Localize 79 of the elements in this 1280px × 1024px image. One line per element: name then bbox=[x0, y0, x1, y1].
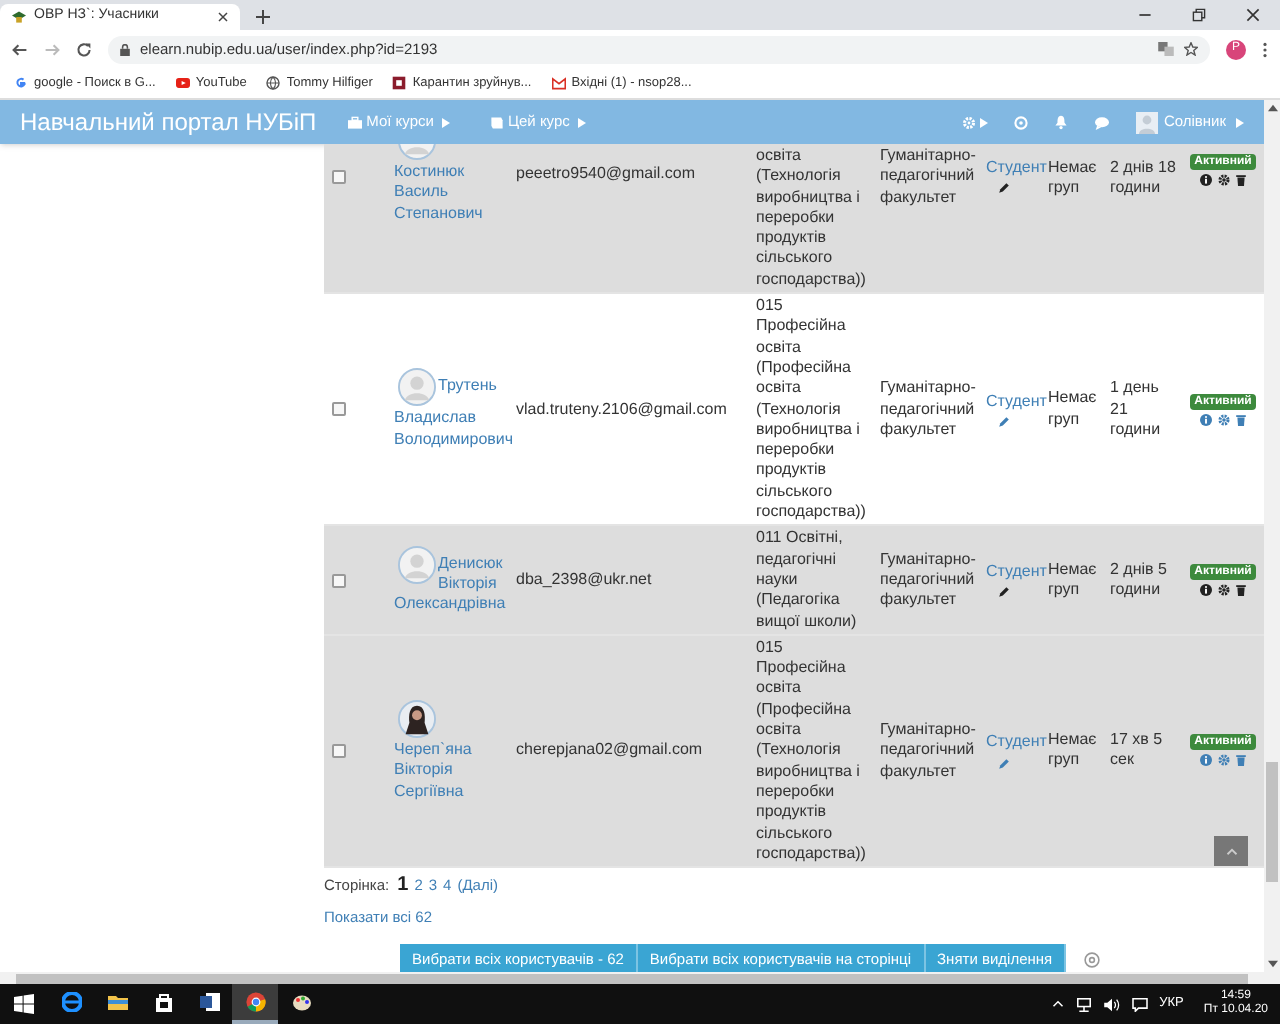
specialty-text: освіта (Технологія виробництва і переробки продуктів сільського господарства)) bbox=[756, 146, 868, 291]
globe-icon bbox=[266, 76, 281, 90]
caret-icon bbox=[1236, 117, 1244, 127]
groups-text: Немає груп bbox=[1048, 730, 1099, 772]
google-icon bbox=[14, 76, 28, 90]
palette-icon bbox=[291, 992, 311, 1012]
network-icon[interactable] bbox=[1075, 997, 1092, 1011]
user-name-link[interactable]: Костинюк Василь Степанович bbox=[394, 162, 508, 224]
scroll-up-icon bbox=[1267, 104, 1277, 112]
back-icon[interactable] bbox=[12, 41, 28, 57]
trash-icon[interactable] bbox=[1236, 584, 1246, 597]
page-link[interactable]: 1 bbox=[397, 870, 409, 901]
chrome-icon bbox=[245, 992, 265, 1012]
faculty-text: Гуманітарно-педагогічний факультет bbox=[880, 549, 978, 612]
settings-icon[interactable] bbox=[1218, 174, 1230, 186]
new-tab-icon[interactable] bbox=[256, 10, 270, 24]
lock-icon bbox=[120, 43, 130, 55]
minimize-icon[interactable] bbox=[1138, 8, 1152, 22]
user-name-link[interactable]: Денисюк Вікторія Олександрівна bbox=[394, 545, 508, 616]
play-icon bbox=[175, 76, 190, 90]
reload-icon[interactable] bbox=[76, 41, 92, 57]
speaker-icon[interactable] bbox=[1103, 997, 1120, 1011]
book-icon bbox=[489, 115, 504, 129]
specialty-text: 011 Освітні, педагогічні науки (Педагогіка вищої школи) bbox=[756, 528, 859, 632]
restore-icon[interactable] bbox=[1192, 8, 1206, 22]
chevron-up-icon bbox=[1225, 847, 1237, 855]
scrollbar-thumb[interactable] bbox=[16, 973, 1248, 983]
checkbox[interactable] bbox=[332, 573, 346, 588]
groups-text: Немає груп bbox=[1048, 158, 1099, 200]
checkbox[interactable] bbox=[332, 743, 346, 758]
faculty-text: Гуманітарно-педагогічний факультет bbox=[880, 378, 978, 441]
chevron-up-icon[interactable] bbox=[1051, 1000, 1064, 1008]
scroll-down-icon bbox=[1267, 960, 1277, 968]
caret-icon bbox=[577, 117, 586, 127]
folder-icon bbox=[107, 992, 127, 1012]
briefcase-icon bbox=[348, 115, 363, 129]
vertical-scrollbar[interactable] bbox=[1264, 100, 1280, 972]
faculty-text: Гуманітарно-педагогічний факультет bbox=[880, 146, 978, 208]
more-icon[interactable] bbox=[1262, 41, 1268, 57]
caret-icon bbox=[441, 117, 450, 127]
document-icon bbox=[199, 992, 219, 1012]
faculty-text: Гуманітарно-педагогічний факультет bbox=[880, 720, 978, 782]
email-text: dba_2398@ukr.net bbox=[516, 569, 652, 588]
email-text: cherepjana02@gmail.com bbox=[516, 740, 703, 759]
taskbar-button[interactable] bbox=[232, 984, 278, 1024]
caret-icon bbox=[979, 117, 988, 127]
windows-icon[interactable] bbox=[14, 994, 34, 1014]
pencil-icon[interactable] bbox=[998, 586, 1010, 599]
checkbox[interactable] bbox=[332, 402, 346, 417]
square-logo-icon bbox=[392, 76, 407, 90]
specialty-text: 015 Професійна освіта (Професійна освіта (Технологія виробництва і переробки продуктів сільського господарства)) bbox=[756, 296, 868, 523]
email-text: peeetro9540@gmail.com bbox=[516, 164, 696, 182]
email-text: vlad.truteny.2106@gmail.com bbox=[516, 399, 727, 418]
pencil-icon[interactable] bbox=[998, 182, 1010, 195]
user-avatar-icon bbox=[1135, 111, 1158, 133]
info-icon[interactable] bbox=[1200, 584, 1212, 597]
close-icon[interactable] bbox=[1246, 8, 1260, 22]
info-icon[interactable] bbox=[1200, 174, 1212, 186]
graduation-cap-icon bbox=[12, 10, 26, 24]
star-icon[interactable] bbox=[1184, 42, 1198, 56]
settings-icon[interactable] bbox=[1218, 584, 1230, 597]
user-name-link[interactable]: Череп`яна Вікторія Сергіївна bbox=[394, 700, 508, 802]
notification-icon[interactable] bbox=[1131, 997, 1148, 1011]
last-access-text: 2 днів 5 години bbox=[1110, 559, 1169, 601]
user-name-link[interactable]: Трутень Владислав Володимирович bbox=[394, 368, 508, 450]
shopping-bag-icon bbox=[153, 992, 173, 1012]
last-access-text: 17 хв 5 сек bbox=[1110, 730, 1165, 772]
last-access-text: 1 день 21 години bbox=[1110, 378, 1163, 441]
groups-text: Немає груп bbox=[1048, 559, 1099, 601]
horizontal-scrollbar[interactable] bbox=[0, 972, 1280, 984]
checkbox[interactable] bbox=[332, 170, 346, 184]
specialty-text: 015 Професійна освіта (Професійна освіта (Технологія виробництва і переробки продуктів сільського господарства)) bbox=[756, 637, 868, 865]
last-access-text: 2 днів 18 години bbox=[1110, 158, 1178, 200]
groups-text: Немає груп bbox=[1048, 388, 1099, 430]
envelope-icon bbox=[551, 76, 566, 90]
trash-icon[interactable] bbox=[1236, 174, 1246, 186]
scrollbar-thumb[interactable] bbox=[1266, 762, 1278, 882]
translate-icon[interactable] bbox=[1158, 42, 1174, 56]
close-icon[interactable] bbox=[218, 12, 228, 22]
